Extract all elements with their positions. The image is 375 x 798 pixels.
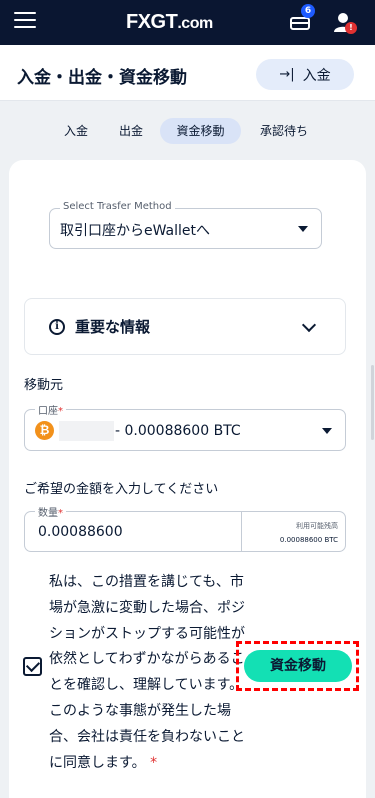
available-balance: 利用可能残高 0.00088600 BTC xyxy=(241,512,346,551)
amount-field[interactable]: 数量* 0.00088600 利用可能残高 0.00088600 BTC xyxy=(24,504,346,552)
logo-text: FXGT xyxy=(126,11,178,33)
page-title: 入金・出金・資金移動 xyxy=(17,68,187,88)
tab-transfer[interactable]: 資金移動 xyxy=(160,118,241,144)
agreement-text: 私は、この措置を講じても、市場が急激に変動した場合、ポジションがストップする可能… xyxy=(49,574,245,771)
transfer-form-card: Select Trasfer Method 取引口座からeWalletへ i 重… xyxy=(9,160,366,798)
bitcoin-icon: ₿ xyxy=(35,421,54,440)
tab-withdraw[interactable]: 出金 xyxy=(110,118,152,144)
account-value: - 0.00088600 BTC xyxy=(115,423,241,439)
amount-legend: 数量* xyxy=(35,504,66,519)
dropdown-caret-icon xyxy=(322,428,332,434)
tab-bar: 入金 出金 資金移動 承認待ち xyxy=(0,118,375,146)
submit-highlight: 資金移動 xyxy=(236,641,359,691)
dropdown-caret-icon xyxy=(298,226,308,232)
chevron-down-icon xyxy=(301,317,317,333)
gift-ticket-button[interactable]: 6 xyxy=(290,4,315,31)
deposit-button[interactable]: →| 入金 xyxy=(256,59,354,90)
available-balance-label: 利用可能残高 xyxy=(296,522,338,530)
method-value: 取引口座からeWalletへ xyxy=(60,223,211,239)
notification-count-badge: 6 xyxy=(301,4,315,18)
transfer-method-select[interactable]: Select Trasfer Method 取引口座からeWalletへ xyxy=(49,201,322,249)
info-title: 重要な情報 xyxy=(75,318,151,336)
title-bar: 入金・出金・資金移動 →| 入金 xyxy=(0,45,375,101)
available-balance-value: 0.00088600 BTC xyxy=(279,536,338,544)
logo-suffix: .com xyxy=(177,15,213,32)
tab-deposit[interactable]: 入金 xyxy=(55,118,97,144)
info-icon: i xyxy=(49,319,65,335)
amount-prompt: ご希望の金額を入力してください xyxy=(24,482,219,497)
account-select[interactable]: 口座* ₿ - 0.00088600 BTC xyxy=(24,402,346,451)
login-arrow-icon: →| xyxy=(279,67,295,82)
important-info-accordion[interactable]: i 重要な情報 xyxy=(24,298,346,355)
tab-pending[interactable]: 承認待ち xyxy=(251,118,317,144)
top-header: FXGT.com 6 ! xyxy=(0,0,375,45)
agreement-text-body: 私は、この措置を講じても、市場が急激に変動した場合、ポジションがストップする可能… xyxy=(49,574,245,771)
hamburger-menu-icon[interactable] xyxy=(14,12,36,30)
alert-badge: ! xyxy=(345,22,357,34)
fxgt-logo[interactable]: FXGT.com xyxy=(126,11,213,34)
method-legend: Select Trasfer Method xyxy=(60,201,175,212)
masked-account-number xyxy=(59,421,114,441)
agreement-checkbox[interactable] xyxy=(23,657,42,676)
amount-value: 0.00088600 xyxy=(38,524,123,540)
transfer-submit-button[interactable]: 資金移動 xyxy=(244,650,352,682)
deposit-button-label: 入金 xyxy=(302,67,331,84)
user-profile-button[interactable]: ! xyxy=(333,11,357,34)
account-legend-text: 口座 xyxy=(38,406,58,417)
account-legend: 口座* xyxy=(35,402,66,417)
source-label: 移動元 xyxy=(24,378,64,393)
scrollbar[interactable] xyxy=(371,365,374,440)
amount-legend-text: 数量 xyxy=(38,508,58,519)
